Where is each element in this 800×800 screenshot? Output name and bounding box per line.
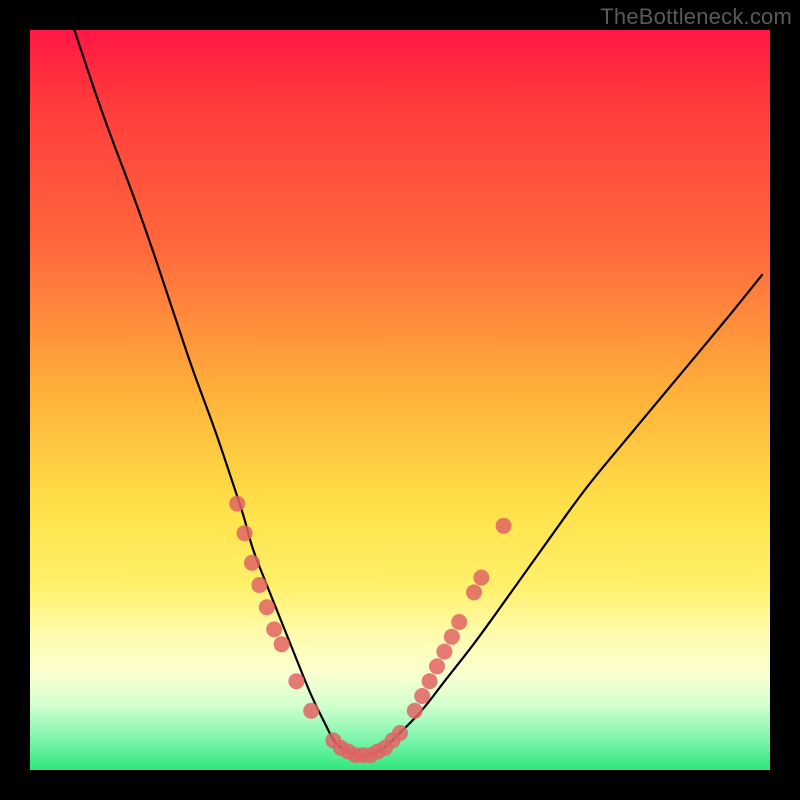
marker-dot [288,673,304,689]
marker-dot [407,703,423,719]
marker-dot [422,673,438,689]
marker-dot [251,577,267,593]
marker-dot [237,525,253,541]
bottleneck-curve [74,30,762,755]
marker-dot [414,688,430,704]
marker-dot [451,614,467,630]
marker-dot [473,570,489,586]
marker-dot [244,555,260,571]
plot-area [30,30,770,770]
marker-dot [496,518,512,534]
marker-dot [274,636,290,652]
marker-dot [429,658,445,674]
marker-dot [259,599,275,615]
marker-dot [303,703,319,719]
marker-dot [436,644,452,660]
marker-dot [444,629,460,645]
marker-dot [266,621,282,637]
chart-frame: TheBottleneck.com [0,0,800,800]
chart-svg [30,30,770,770]
marker-dot [229,496,245,512]
marker-group [229,496,511,764]
marker-dot [466,584,482,600]
marker-dot [392,725,408,741]
watermark-text: TheBottleneck.com [600,4,792,30]
